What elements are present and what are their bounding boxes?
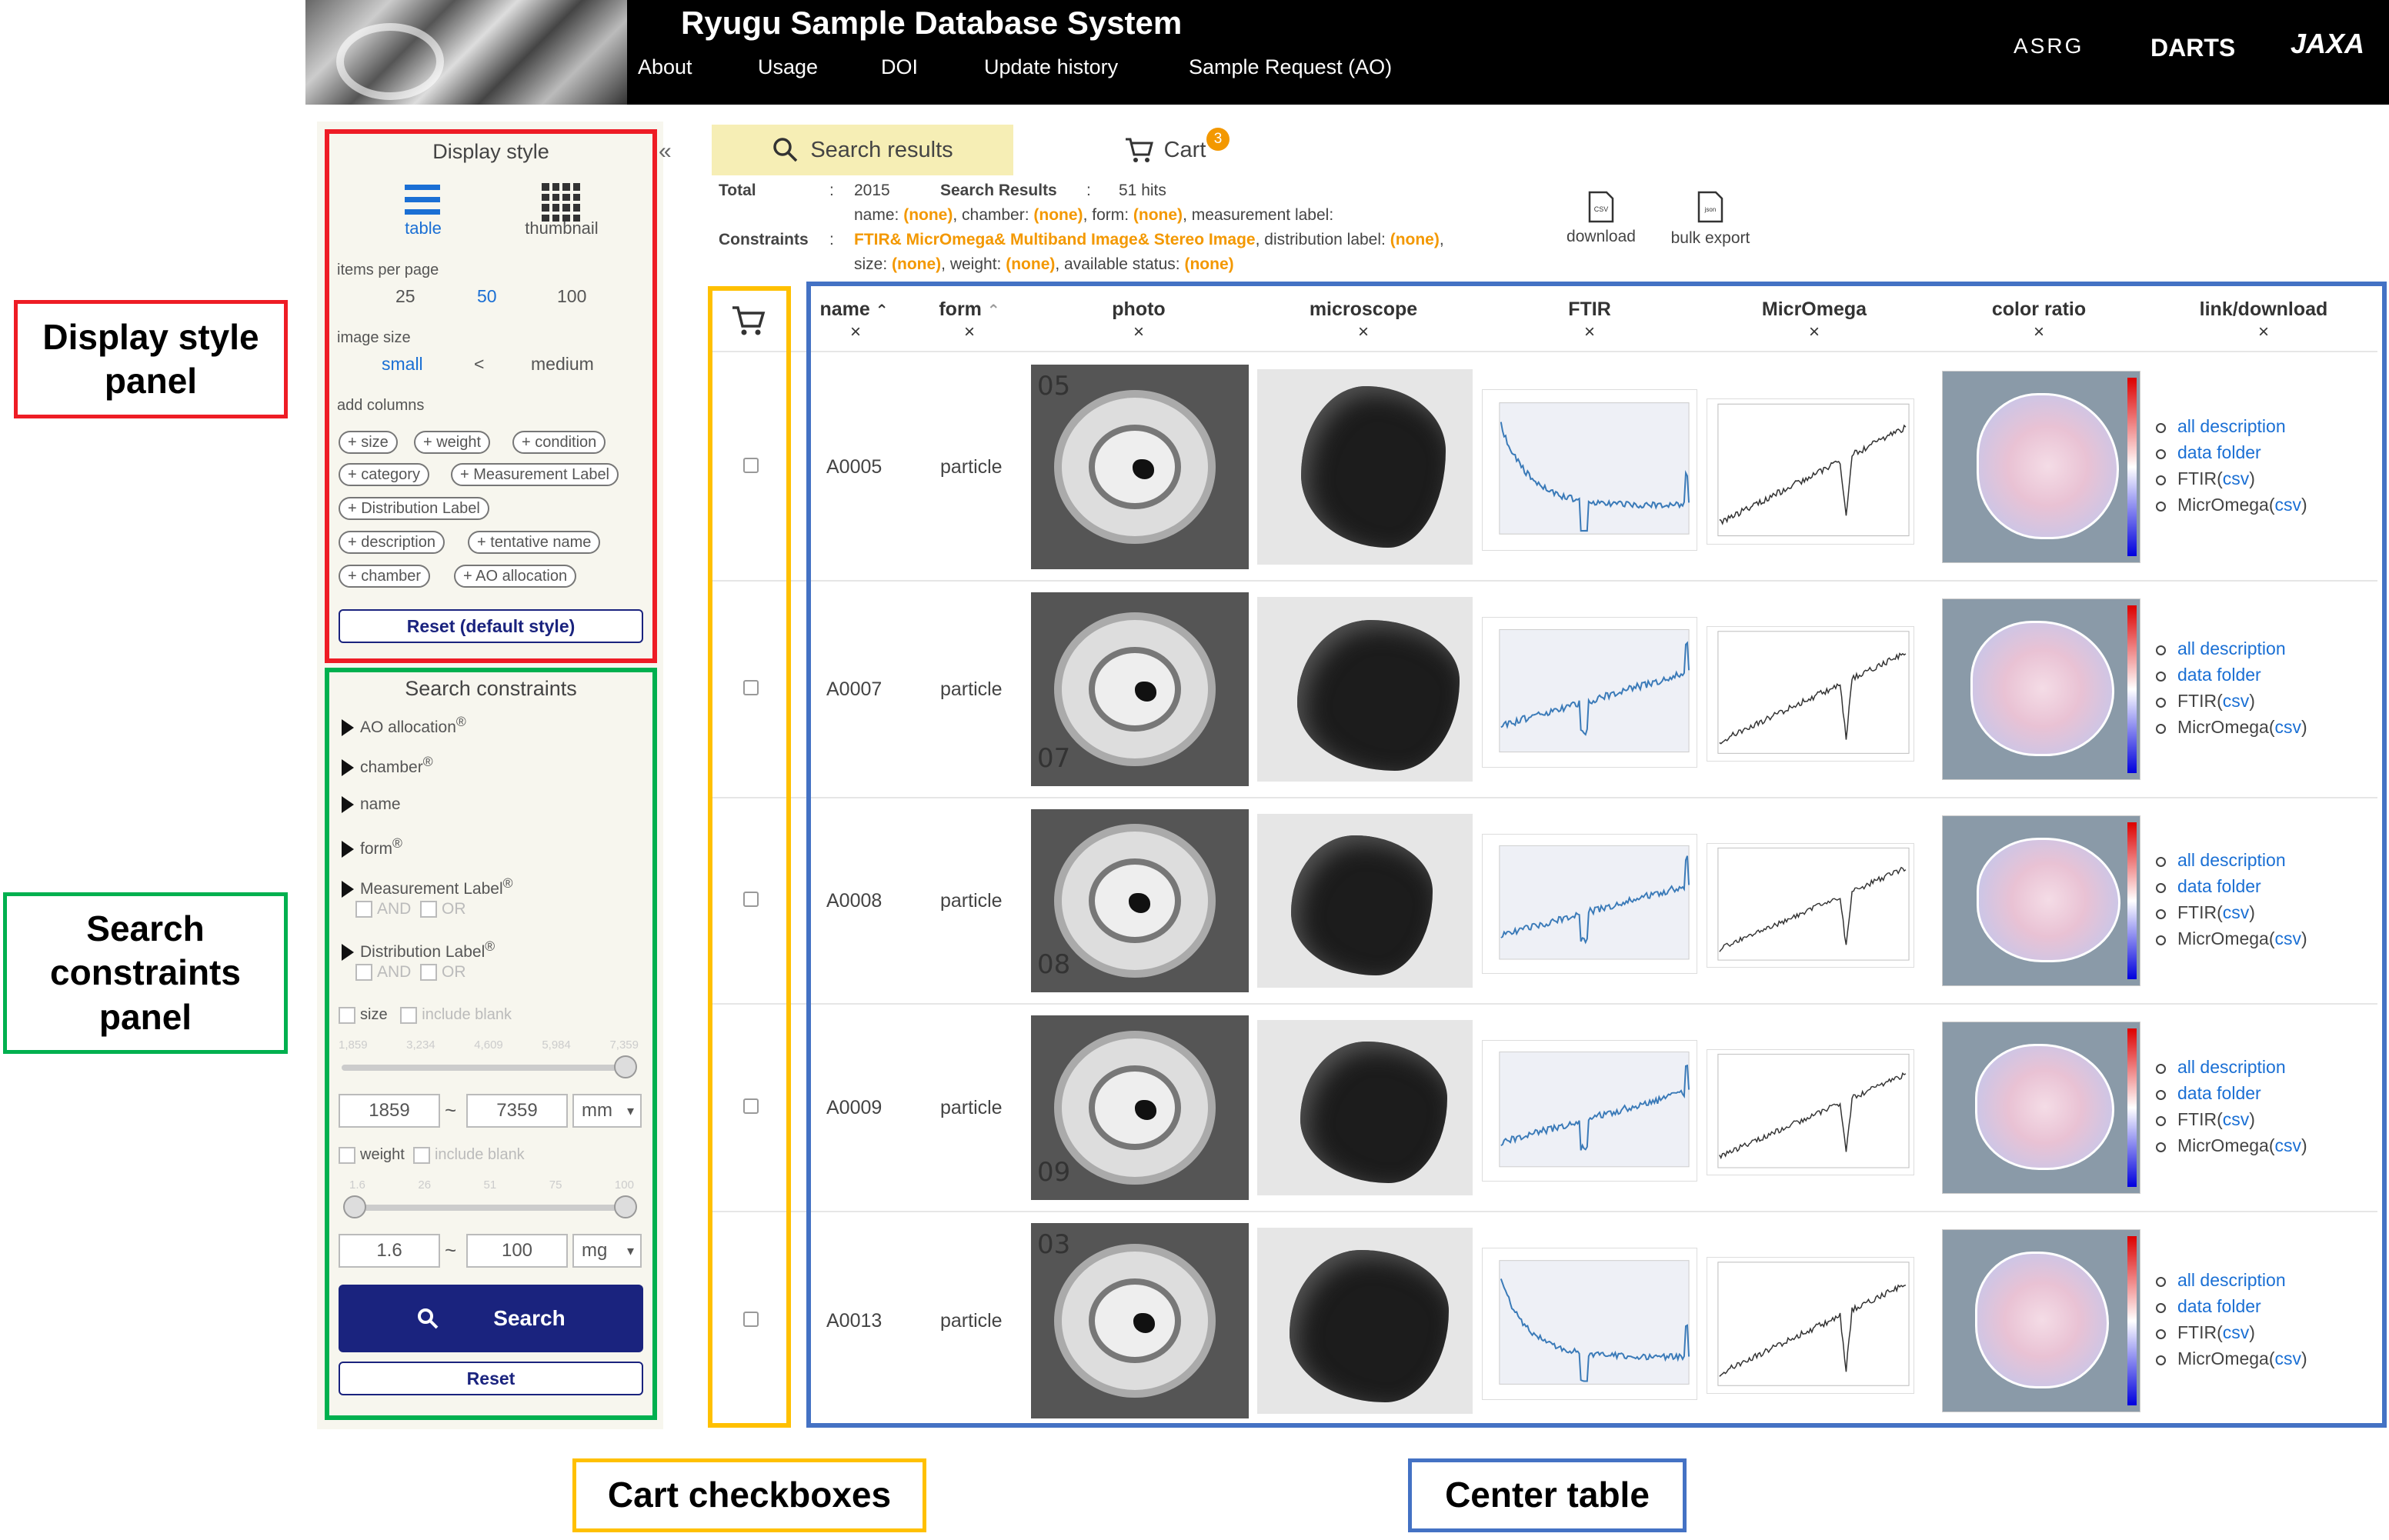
constraints-line-1: name: (none), chamber: (none), form: (no… [854,206,1334,224]
display-style-panel-outline [325,129,657,663]
asrg-logo[interactable]: ASRG [2014,34,2084,58]
svg-text:json: json [1704,206,1717,213]
collapse-sidebar-icon[interactable]: « [659,138,672,165]
constraints-label: Constraints [719,231,809,248]
header-photo [305,0,627,105]
cart-icon [1125,138,1153,162]
search-icon [773,138,798,162]
constraints-line-2: FTIR& MicrOmega& Multiband Image& Stereo… [854,231,1444,248]
display-style-annotation: Display style panel [14,300,288,418]
tab-cart[interactable]: Cart 3 [1014,125,1316,175]
total-colon: : [829,182,834,199]
search-constraints-panel-outline [325,668,657,1420]
total-value: 2015 [854,182,890,199]
json-file-icon: json [1697,191,1723,223]
constraints-colon: : [829,231,834,248]
cart-checkboxes-annotation: Cart checkboxes [572,1458,926,1532]
nav-sample-request[interactable]: Sample Request (AO) [1189,55,1392,79]
total-label: Total [719,182,756,199]
center-table-annotation: Center table [1408,1458,1687,1532]
search-results-label: Search Results [940,182,1057,199]
center-table-outline [806,282,2387,1428]
search-hits: 51 hits [1119,182,1166,199]
search-results-colon: : [1086,182,1091,199]
search-constraints-annotation: Search constraints panel [3,892,288,1054]
bulk-export-button[interactable]: json bulk export [1668,191,1753,248]
darts-logo[interactable]: DARTS [2150,34,2235,62]
svg-text:CSV: CSV [1594,205,1609,213]
csv-file-icon: CSV [1588,191,1614,223]
tab-search-results[interactable]: Search results [712,125,1013,175]
download-csv-button[interactable]: CSV download [1559,191,1643,246]
app-title: Ryugu Sample Database System [681,5,1183,41]
constraints-line-3: size: (none), weight: (none), available … [854,255,1234,273]
nav-doi[interactable]: DOI [881,55,918,79]
nav-update-history[interactable]: Update history [984,55,1118,79]
nav-usage[interactable]: Usage [758,55,818,79]
app-header: Ryugu Sample Database System About Usage… [305,0,2389,105]
nav-about[interactable]: About [638,55,692,79]
cart-count-badge: 3 [1206,128,1230,151]
cart-checkboxes-outline [708,286,791,1428]
jaxa-logo[interactable]: JAXA [2291,28,2364,60]
